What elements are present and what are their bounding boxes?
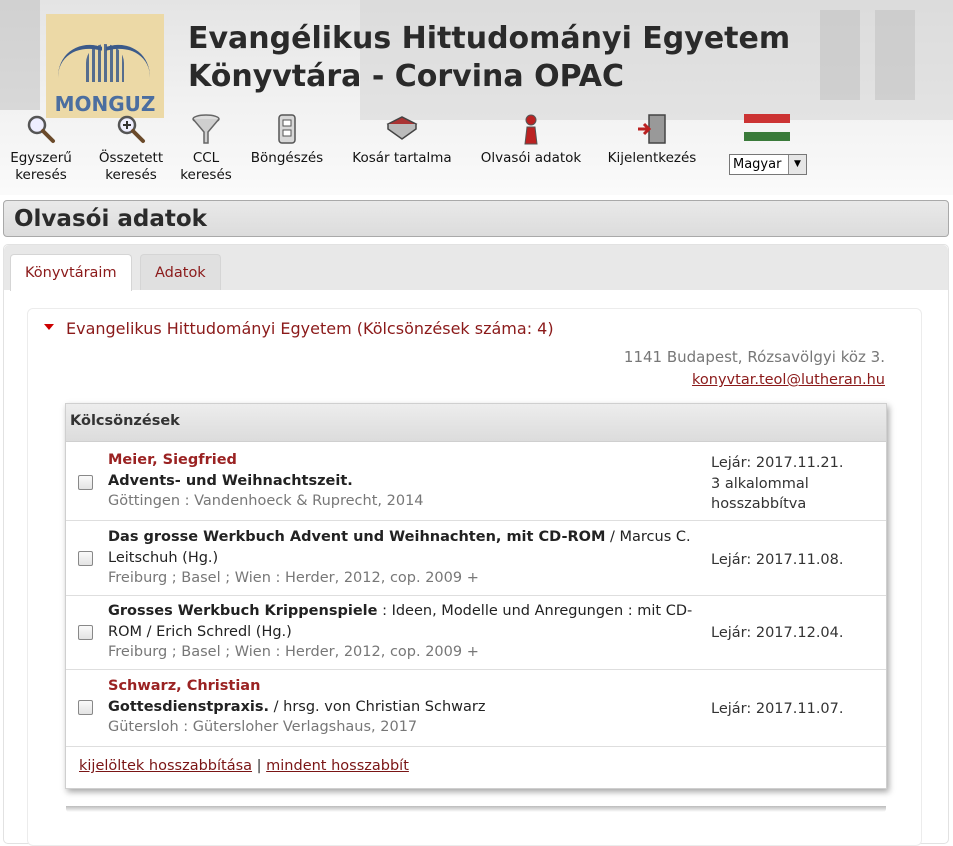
chevron-down-icon[interactable]: ▼: [788, 155, 806, 174]
loan-title-main: Advents- und Weihnachtszeit.: [108, 472, 353, 489]
loan-publication: Gütersloh : Gütersloher Verlagshaus, 201…: [108, 719, 418, 735]
loans-table: Kölcsönzések Meier, Siegfried Advents- u…: [65, 403, 887, 789]
loans-title: Kölcsönzések: [70, 413, 180, 429]
loan-row: Das grosse Werkbuch Advent und Weihnacht…: [66, 521, 886, 596]
loan-checkbox[interactable]: [78, 551, 93, 566]
reader-data-button[interactable]: Olvasói adatok: [476, 112, 586, 167]
browse-icon: [270, 112, 304, 146]
loan-title-main: Gottesdienstpraxis.: [108, 698, 270, 715]
simple-search-label: Egyszerű keresés: [10, 150, 72, 183]
loans-actions: kijelöltek hosszabbítása | mindent hossz…: [79, 758, 409, 774]
caret-down-icon: [44, 323, 54, 330]
magnifier-icon: [24, 112, 58, 146]
library-heading-text: Evangelikus Hittudományi Egyetem (Kölcsö…: [66, 319, 554, 338]
loan-author[interactable]: Schwarz, Christian: [108, 676, 703, 697]
ccl-search-button[interactable]: CCL keresés: [176, 112, 236, 184]
loan-title[interactable]: Advents- und Weihnachtszeit.: [108, 473, 353, 489]
loan-due: Lejár: 2017.12.04.: [711, 623, 881, 644]
logout-button[interactable]: Kijelentkezés: [603, 112, 701, 167]
loan-row: Meier, Siegfried Advents- und Weihnachts…: [66, 443, 886, 521]
loan-due: Lejár: 2017.11.07.: [711, 699, 881, 720]
tab-my-libraries[interactable]: Könyvtáraim: [10, 254, 132, 291]
loan-row: Schwarz, Christian Gottesdienstpraxis. /…: [66, 670, 886, 747]
cart-label: Kosár tartalma: [352, 150, 452, 166]
loan-publication: Freiburg ; Basel ; Wien : Herder, 2012, …: [108, 644, 479, 660]
site-title-line1: Evangélikus Hittudományi Egyetem: [188, 21, 791, 56]
monguz-logo[interactable]: MONGUZ: [46, 14, 164, 118]
loan-title-rest: / hrsg. von Christian Schwarz: [269, 698, 486, 715]
tabs-bar: Könyvtáraim Adatok: [4, 245, 948, 291]
loan-renewals: 3 alkalommal hosszabbítva: [711, 475, 809, 513]
site-header: MONGUZ Evangélikus Hittudományi Egyetem …: [0, 0, 953, 195]
site-title: Evangélikus Hittudományi Egyetem Könyvtá…: [188, 20, 888, 96]
browse-button[interactable]: Böngészés: [244, 112, 330, 167]
advanced-search-label: Összetett keresés: [98, 150, 164, 183]
renew-selected-link[interactable]: kijelöltek hosszabbítása: [79, 758, 252, 774]
simple-search-button[interactable]: Egyszerű keresés: [8, 112, 74, 184]
loan-row: Grosses Werkbuch Krippenspiele : Ideen, …: [66, 596, 886, 670]
loan-title-main: Grosses Werkbuch Krippenspiele: [108, 603, 378, 619]
actions-separator: |: [256, 758, 262, 774]
loan-due-date: Lejár: 2017.11.08.: [711, 552, 844, 568]
library-address: 1141 Budapest, Rózsavölgyi köz 3.: [623, 348, 885, 366]
loans-box-shadow: [66, 806, 886, 812]
loan-due: Lejár: 2017.11.21. 3 alkalommal hosszabb…: [711, 453, 881, 515]
reader-data-label: Olvasói adatok: [480, 150, 582, 166]
header-background-window: [0, 0, 40, 110]
library-email-link[interactable]: konyvtar.teol@lutheran.hu: [692, 370, 885, 390]
tab-data[interactable]: Adatok: [140, 254, 221, 290]
loans-header: Kölcsönzések: [66, 404, 886, 442]
loan-details: Das grosse Werkbuch Advent und Weihnacht…: [108, 527, 703, 589]
page-title-bar: Olvasói adatok: [3, 200, 949, 237]
language-select-value: Magyar: [733, 157, 782, 172]
loan-details: Schwarz, Christian Gottesdienstpraxis. /…: [108, 676, 703, 738]
language-flag[interactable]: [742, 112, 792, 148]
language-select[interactable]: Magyar ▼: [729, 154, 807, 175]
hungarian-flag-icon: [744, 112, 790, 144]
page-title: Olvasói adatok: [14, 206, 207, 232]
loan-checkbox[interactable]: [78, 475, 93, 490]
cart-icon: [385, 112, 419, 146]
loan-title-main: Das grosse Werkbuch Advent und Weihnacht…: [108, 529, 606, 545]
loan-checkbox[interactable]: [78, 625, 93, 640]
browse-label: Böngészés: [250, 150, 324, 166]
loan-due-date: Lejár: 2017.11.07.: [711, 701, 844, 717]
loan-publication: Freiburg ; Basel ; Wien : Herder, 2012, …: [108, 570, 479, 586]
loan-due-date: Lejár: 2017.12.04.: [711, 625, 844, 641]
loan-title[interactable]: Das grosse Werkbuch Advent und Weihnacht…: [108, 529, 691, 566]
library-accordion-header[interactable]: Evangelikus Hittudományi Egyetem (Kölcsö…: [44, 318, 554, 340]
logout-label: Kijelentkezés: [607, 150, 697, 166]
loan-due: Lejár: 2017.11.08.: [711, 550, 881, 571]
logout-door-icon: [635, 112, 669, 146]
loan-details: Meier, Siegfried Advents- und Weihnachts…: [108, 450, 703, 512]
zoom-in-icon: [114, 112, 148, 146]
loan-title[interactable]: Gottesdienstpraxis. / hrsg. von Christia…: [108, 699, 485, 715]
cart-button[interactable]: Kosár tartalma: [346, 112, 458, 167]
funnel-icon: [189, 112, 223, 146]
advanced-search-button[interactable]: Összetett keresés: [93, 112, 169, 184]
loan-details: Grosses Werkbuch Krippenspiele : Ideen, …: [108, 601, 703, 663]
logo-book-right: [106, 37, 150, 87]
loan-publication: Göttingen : Vandenhoeck & Ruprecht, 2014: [108, 493, 424, 509]
loan-checkbox[interactable]: [78, 700, 93, 715]
renew-all-link[interactable]: mindent hosszabbít: [266, 758, 409, 774]
loan-due-date: Lejár: 2017.11.21.: [711, 455, 844, 471]
site-title-line2: Könyvtára - Corvina OPAC: [188, 59, 625, 94]
loan-author[interactable]: Meier, Siegfried: [108, 450, 703, 471]
user-icon: [514, 112, 548, 146]
loan-title[interactable]: Grosses Werkbuch Krippenspiele : Ideen, …: [108, 603, 692, 640]
ccl-search-label: CCL keresés: [180, 150, 232, 183]
